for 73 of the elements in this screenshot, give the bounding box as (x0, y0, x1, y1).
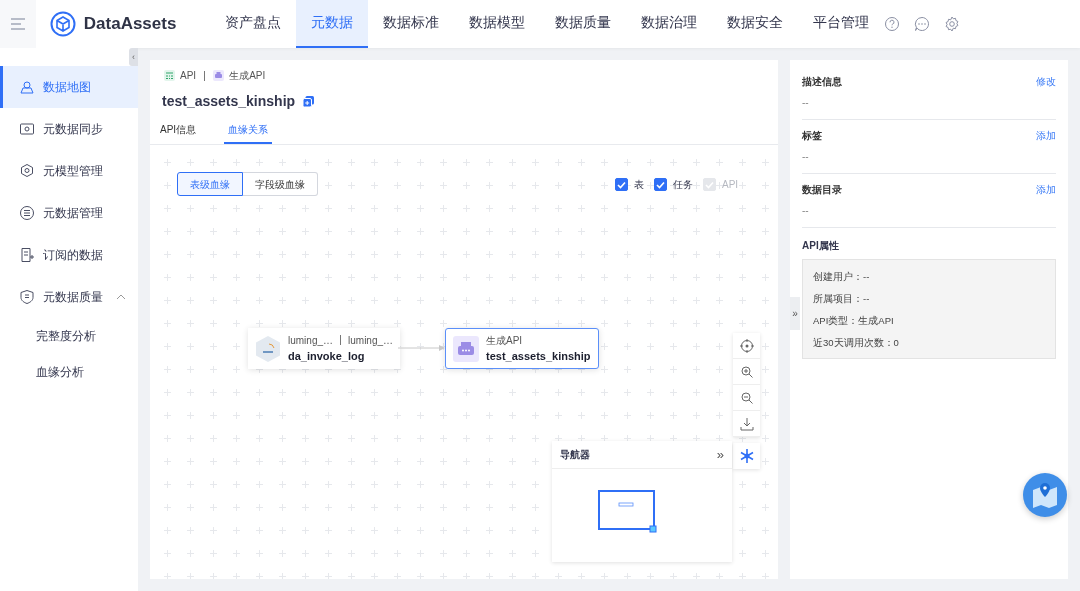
grid-icon (164, 70, 175, 81)
breadcrumb-item[interactable]: 生成API (229, 68, 266, 83)
sidebar-subitem[interactable]: 血缘分析 (0, 354, 138, 390)
collapse-button[interactable]: ‹ (129, 48, 138, 66)
tab[interactable]: API信息 (156, 122, 201, 144)
property-text: 创建用户：-- (813, 269, 871, 284)
map-pin-icon[interactable] (1030, 480, 1060, 510)
target-icon[interactable] (739, 338, 754, 353)
expand-handle[interactable]: » (790, 297, 800, 330)
database-icon (19, 205, 35, 221)
sidebar-item[interactable]: 元数据质量 (0, 276, 138, 318)
section-title: API属性 (802, 239, 840, 253)
copy-icon[interactable] (303, 96, 315, 107)
logo-icon (49, 11, 76, 37)
nav-tab[interactable]: 数据标准 (368, 0, 454, 48)
action-link[interactable]: 修改 (1036, 74, 1056, 89)
checkbox[interactable] (654, 178, 667, 191)
section-value: -- (802, 204, 810, 218)
section-value: -- (802, 96, 810, 110)
sidebar-item[interactable]: 元数据管理 (0, 192, 138, 234)
node-meta: luming_… (288, 333, 334, 348)
node-name: da_invoke_log (288, 348, 366, 364)
download-icon[interactable] (739, 416, 754, 431)
lineage-node[interactable]: luming_… luming_… da_invoke_log (248, 328, 401, 369)
brand-name: DataAssets (83, 13, 177, 36)
nav-tab[interactable]: 数据质量 (540, 0, 626, 48)
sidebar-item[interactable]: 元模型管理 (0, 150, 138, 192)
collapse-button[interactable]: » (716, 448, 724, 461)
node-name: test_assets_kinship (486, 348, 591, 364)
sidebar-item[interactable]: 元数据同步 (0, 108, 138, 150)
node-meta: luming_… (348, 333, 394, 348)
section-title: 描述信息 (802, 75, 842, 89)
printer-icon (453, 335, 479, 362)
nav-tab[interactable]: 资产盘点 (210, 0, 296, 48)
action-link[interactable]: 添加 (1036, 182, 1056, 197)
checkbox-label: 表 (634, 178, 644, 192)
chat-icon[interactable] (914, 16, 930, 32)
section-title: 标签 (802, 129, 822, 143)
shield-icon (19, 289, 35, 305)
sidebar-subitem[interactable]: 完整度分析 (0, 318, 138, 354)
chevron-up-icon[interactable] (116, 293, 126, 301)
breadcrumb-item[interactable]: API (180, 68, 197, 83)
sidebar-item[interactable]: 数据地图 (0, 66, 138, 108)
action-link[interactable]: 添加 (1036, 128, 1056, 143)
nav-tab[interactable]: 元数据 (296, 0, 368, 48)
nav-tab[interactable]: 数据治理 (626, 0, 712, 48)
lineage-node[interactable]: 生成API test_assets_kinship (445, 328, 599, 369)
zoom-out-icon[interactable] (739, 390, 754, 405)
settings-icon[interactable] (944, 16, 960, 32)
help-icon[interactable] (884, 16, 900, 32)
checkbox-label: 任务 (673, 178, 693, 192)
property-text: API类型：生成API (813, 313, 895, 328)
minimap-drawing (598, 490, 658, 534)
document-icon (19, 247, 35, 263)
nav-tab[interactable]: 平台管理 (798, 0, 884, 48)
checkbox[interactable] (615, 178, 628, 191)
page-title: test_assets_kinship (162, 92, 296, 111)
sidebar-item[interactable]: 订阅的数据 (0, 234, 138, 276)
nav-tab[interactable]: 数据模型 (454, 0, 540, 48)
toggle-button[interactable]: 字段级血缘 (243, 172, 318, 196)
edge-arrow (398, 345, 445, 351)
nav-tab[interactable]: 数据安全 (712, 0, 798, 48)
property-text: 所属项目：-- (813, 291, 871, 306)
node-meta: 生成API (486, 333, 523, 348)
toggle-button[interactable]: 表级血缘 (177, 172, 243, 196)
printer-icon (213, 70, 225, 81)
section-title: 数据目录 (802, 183, 842, 197)
panel-title: 导航器 (560, 448, 590, 462)
zoom-in-icon[interactable] (739, 364, 754, 379)
property-text: 近30天调用次数：0 (813, 335, 900, 350)
section-value: -- (802, 150, 810, 164)
snowflake-icon[interactable] (739, 449, 754, 463)
checkbox-label: API (722, 178, 739, 192)
